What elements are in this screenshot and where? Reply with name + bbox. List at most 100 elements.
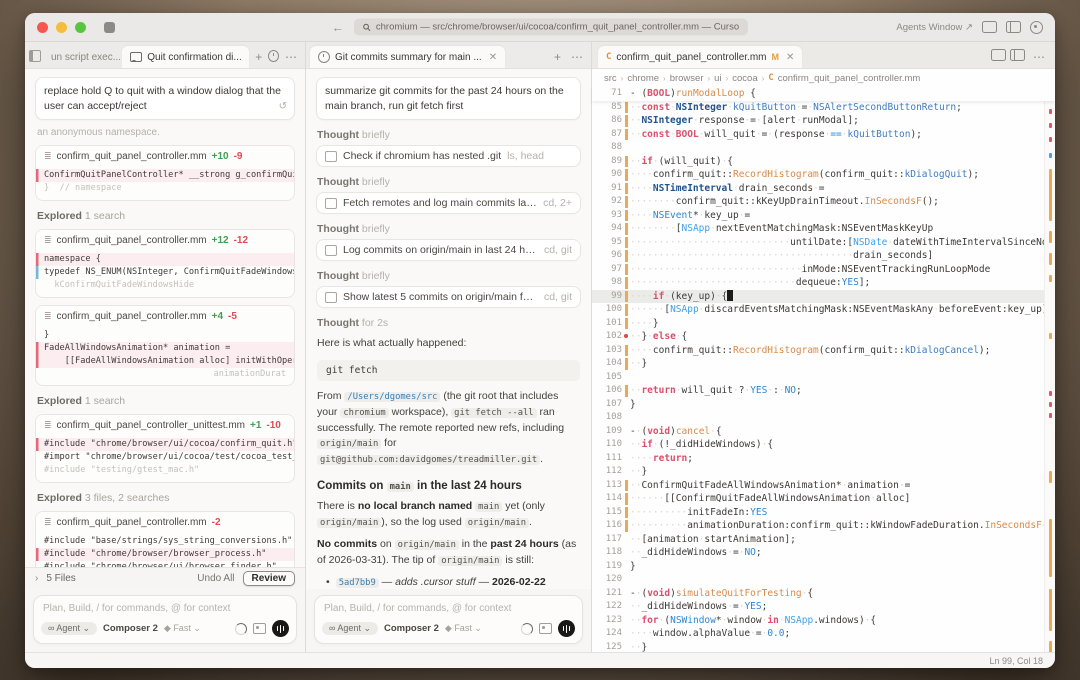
files-count[interactable]: 5 Files — [46, 573, 75, 584]
code-line[interactable]: 111····return; — [592, 452, 1055, 466]
tab-git-commits-summary[interactable]: Git commits summary for main ... ✕ — [310, 46, 505, 68]
code-line[interactable]: 87··const·BOOL·will_quit·=·(response·==·… — [592, 128, 1055, 142]
tool-call-card[interactable]: Fetch remotes and log main commits last … — [316, 192, 581, 214]
speed-selector[interactable]: ◆ Fast ⌄ — [445, 623, 482, 634]
split-layout-icon[interactable] — [1006, 21, 1021, 33]
agent-mode-pill[interactable]: ∞ Agent ⌄ — [322, 622, 378, 635]
code-line[interactable]: 107} — [592, 398, 1055, 412]
code-line[interactable]: 94········[NSApp·nextEventMatchingMask:N… — [592, 222, 1055, 236]
thought-label[interactable]: Thought briefly — [317, 129, 580, 141]
diff-card[interactable]: ≣confirm_quit_panel_controller_unittest.… — [35, 414, 295, 483]
restore-checkpoint-icon[interactable]: ↺ — [279, 100, 287, 114]
back-icon[interactable]: ← — [332, 20, 344, 34]
code-block[interactable]: git fetch — [317, 360, 580, 381]
tool-call-card[interactable]: Check if chromium has nested .gitls, hea… — [316, 145, 581, 167]
code-line[interactable]: 118··_didHideWindows·=·NO; — [592, 546, 1055, 560]
code-line[interactable]: 97······························inMode:N… — [592, 263, 1055, 277]
code-line[interactable]: 115··········initFadeIn:YES — [592, 506, 1055, 520]
breadcrumb-segment[interactable]: browser — [670, 73, 704, 84]
tool-call-card[interactable]: Show latest 5 commits on origin/main for… — [316, 286, 581, 308]
code-line[interactable]: 121-·(void)simulateQuitForTesting·{ — [592, 587, 1055, 601]
speed-selector[interactable]: ◆ Fast ⌄ — [164, 623, 201, 634]
minimize-window-button[interactable] — [56, 22, 67, 33]
split-editor-icon[interactable] — [1010, 49, 1025, 61]
attach-image-icon[interactable] — [539, 623, 552, 634]
code-area[interactable]: 85··const·NSInteger·kQuitButton·=·NSAler… — [592, 101, 1055, 653]
cursor-position[interactable]: Ln 99, Col 18 — [989, 656, 1043, 666]
layout-panel-icon[interactable] — [982, 21, 997, 33]
diff-card[interactable]: ≣confirm_quit_panel_controller.mm+4-5}Fa… — [35, 305, 295, 387]
diff-card-header[interactable]: ≣confirm_quit_panel_controller_unittest.… — [36, 415, 294, 434]
zoom-window-button[interactable] — [75, 22, 86, 33]
code-line[interactable]: 112··} — [592, 465, 1055, 479]
user-message[interactable]: summarize git commits for the past 24 ho… — [316, 77, 581, 120]
new-tab-button[interactable]: + — [251, 46, 266, 68]
overview-ruler[interactable] — [1044, 101, 1055, 653]
code-line[interactable]: 125··} — [592, 641, 1055, 653]
more-actions-icon[interactable]: ⋯ — [1029, 46, 1049, 68]
code-line[interactable]: 117··[animation·startAnimation]; — [592, 533, 1055, 547]
sidebar-toggle-icon[interactable] — [29, 50, 41, 62]
more-actions-icon[interactable]: ⋯ — [281, 46, 301, 68]
new-tab-button[interactable]: + — [550, 46, 565, 68]
close-tab-icon[interactable]: ✕ — [489, 52, 497, 63]
code-line[interactable]: 105 — [592, 371, 1055, 385]
agents-window-link[interactable]: Agents Window ↗ — [896, 22, 973, 33]
thought-label[interactable]: Thought briefly — [317, 176, 580, 188]
code-line[interactable]: 100······[NSApp·discardEventsMatchingMas… — [592, 303, 1055, 317]
attach-image-icon[interactable] — [253, 623, 266, 634]
code-line[interactable]: 122··_didHideWindows·=·YES; — [592, 600, 1055, 614]
titlebar-search[interactable]: chromium — src/chrome/browser/ui/cocoa/c… — [354, 19, 748, 36]
thought-label[interactable]: Thought for 2s — [317, 317, 580, 329]
breadcrumb-file[interactable]: confirm_quit_panel_controller.mm — [778, 73, 921, 84]
toolbar-icon[interactable] — [104, 22, 115, 33]
code-line[interactable]: 103····confirm_quit::RecordHistogram(con… — [592, 344, 1055, 358]
code-line[interactable]: 93····NSEvent*·key_up·= — [592, 209, 1055, 223]
code-line[interactable]: 116··········animationDuration:confirm_q… — [592, 519, 1055, 533]
code-line[interactable]: 88 — [592, 141, 1055, 155]
code-line[interactable]: 98·····························dequeue:Y… — [592, 276, 1055, 290]
code-line[interactable]: 110··if·(!_didHideWindows)·{ — [592, 438, 1055, 452]
thought-label[interactable]: Thought briefly — [317, 270, 580, 282]
code-line[interactable]: 113··ConfirmQuitFadeAllWindowsAnimation*… — [592, 479, 1055, 493]
diff-card-header[interactable]: ≣confirm_quit_panel_controller.mm-2 — [36, 512, 294, 531]
diff-card[interactable]: ≣confirm_quit_panel_controller.mm+10-9Co… — [35, 145, 295, 201]
close-tab-icon[interactable]: ✕ — [786, 52, 794, 63]
code-line[interactable]: 106··return·will_quit·?·YES·:·NO; — [592, 384, 1055, 398]
code-line[interactable]: 114······[[ConfirmQuitFadeAllWindowsAnim… — [592, 492, 1055, 506]
code-line[interactable]: 123··for·(NSWindow*·window·in·NSApp.wind… — [592, 614, 1055, 628]
code-line[interactable]: 96······································… — [592, 249, 1055, 263]
code-line[interactable]: 90····confirm_quit::RecordHistogram(conf… — [592, 168, 1055, 182]
diff-card[interactable]: ≣confirm_quit_panel_controller.mm-2#incl… — [35, 511, 295, 567]
tab-confirm-quit-panel-controller[interactable]: C confirm_quit_panel_controller.mm M ✕ — [598, 46, 802, 68]
code-line[interactable]: 99····if·(key_up)·{ — [592, 290, 1055, 304]
model-selector[interactable]: Composer 2 — [384, 623, 439, 634]
open-changes-icon[interactable] — [991, 49, 1006, 61]
code-line[interactable]: 85··const·NSInteger·kQuitButton·=·NSAler… — [592, 101, 1055, 115]
voice-input-button[interactable] — [558, 620, 575, 637]
diff-card-header[interactable]: ≣confirm_quit_panel_controller.mm+12-12 — [36, 230, 294, 249]
middle-composer[interactable]: Plan, Build, / for commands, @ for conte… — [314, 595, 583, 644]
voice-input-button[interactable] — [272, 620, 289, 637]
breadcrumb-segment[interactable]: cocoa — [732, 73, 757, 84]
close-tab-icon[interactable]: ✕ — [249, 52, 250, 63]
code-line[interactable]: 104··} — [592, 357, 1055, 371]
sticky-scope-line[interactable]: 71- (BOOL)runModalLoop { — [592, 87, 1055, 101]
tool-call-card[interactable]: Log commits on origin/main in last 24 ho… — [316, 239, 581, 261]
code-line[interactable]: 95····························untilDate:… — [592, 236, 1055, 250]
history-icon[interactable] — [268, 50, 279, 62]
breadcrumb-segment[interactable]: ui — [714, 73, 721, 84]
composer-placeholder[interactable]: Plan, Build, / for commands, @ for conte… — [315, 596, 582, 617]
code-line[interactable]: 86··NSInteger·response·=·[alert·runModal… — [592, 114, 1055, 128]
code-line[interactable]: 92········confirm_quit::kKeyUpDrainTimeo… — [592, 195, 1055, 209]
code-line[interactable]: 109-·(void)cancel·{ — [592, 425, 1055, 439]
code-line[interactable]: 124····window.alphaValue·=·0.0; — [592, 627, 1055, 641]
diff-card[interactable]: ≣confirm_quit_panel_controller.mm+12-12n… — [35, 229, 295, 298]
diff-card-header[interactable]: ≣confirm_quit_panel_controller.mm+10-9 — [36, 146, 294, 165]
settings-gear-icon[interactable] — [1030, 21, 1043, 34]
tab-run-script[interactable]: un script exec... — [43, 46, 120, 68]
more-actions-icon[interactable]: ⋯ — [567, 46, 587, 68]
code-line[interactable]: 101····} — [592, 317, 1055, 331]
composer-placeholder[interactable]: Plan, Build, / for commands, @ for conte… — [34, 596, 296, 617]
code-line[interactable]: 91····NSTimeInterval·drain_seconds·= — [592, 182, 1055, 196]
